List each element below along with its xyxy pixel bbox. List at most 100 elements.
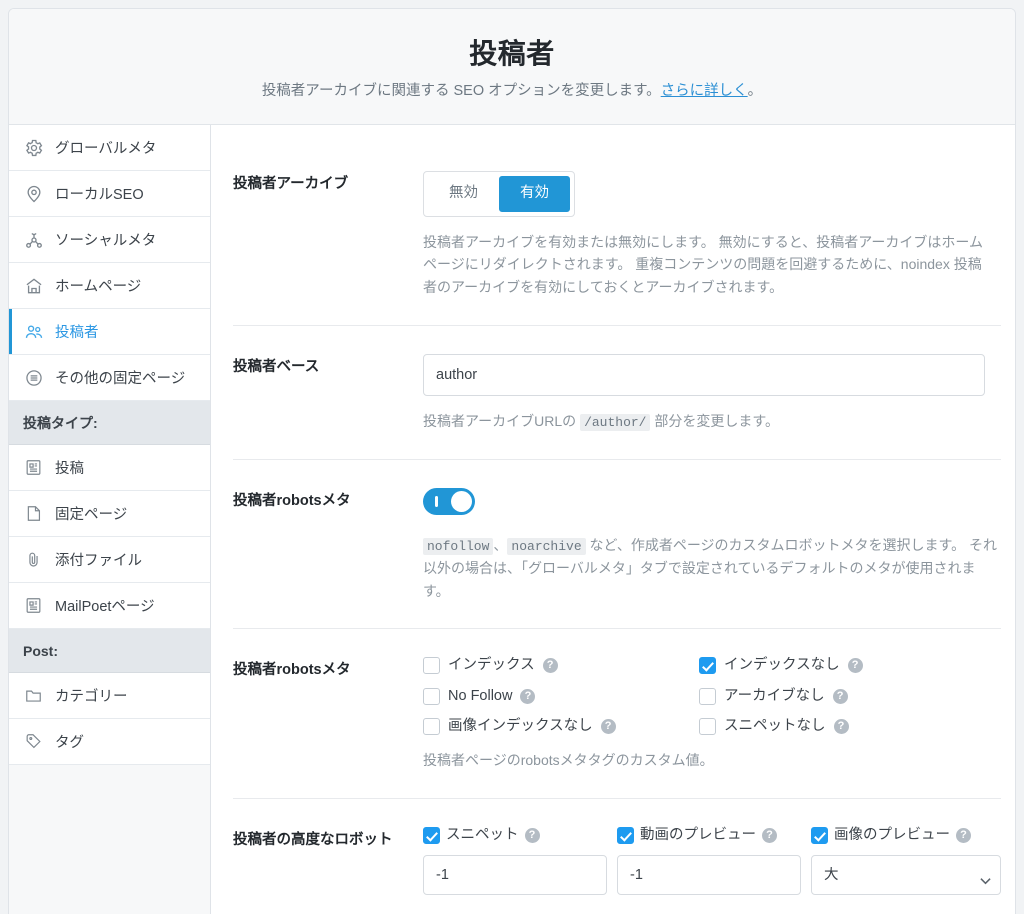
- map-pin-icon: [23, 183, 44, 204]
- page-header: 投稿者 投稿者アーカイブに関連する SEO オプションを変更します。さらに詳しく…: [9, 9, 1015, 126]
- sidebar-item-post[interactable]: 投稿: [9, 445, 210, 492]
- help-icon[interactable]: ?: [520, 688, 536, 704]
- advanced-robots-snippet: スニペット ?: [423, 827, 607, 896]
- author-robots-meta-toggle[interactable]: [423, 487, 475, 515]
- sidebar-item-other-pages[interactable]: その他の固定ページ: [9, 355, 210, 402]
- help-code-nofollow: nofollow: [423, 537, 494, 555]
- max-snippet-input[interactable]: [423, 855, 607, 896]
- sidebar-item-tag[interactable]: タグ: [9, 719, 210, 766]
- sidebar-group-post-types: 投稿タイプ:: [9, 401, 210, 446]
- help-icon[interactable]: ?: [832, 688, 848, 704]
- checkbox-row-noimageindex: 画像インデックスなし ?: [423, 717, 699, 736]
- checkbox-label: 動画のプレビュー: [640, 827, 756, 844]
- checkbox-row-index: インデックス ?: [423, 657, 699, 675]
- checkbox-max-video-preview[interactable]: [617, 827, 634, 845]
- author-archive-on-button[interactable]: 有効: [499, 176, 570, 212]
- row-label: 投稿者robotsメタ: [233, 492, 351, 509]
- home-icon: [23, 275, 44, 296]
- page-subtitle: 投稿者アーカイブに関連する SEO オプションを変更します。さらに詳しく。: [29, 81, 995, 103]
- row-label: 投稿者robotsメタ: [233, 662, 351, 679]
- sidebar-item-label: 固定ページ: [55, 507, 128, 524]
- checkbox-label: No Follow: [448, 687, 513, 704]
- row-author-base: 投稿者ベース 投稿者アーカイブURLの /author/ 部分を変更します。: [233, 324, 1001, 459]
- author-base-input[interactable]: [423, 353, 985, 396]
- sidebar-item-attachment[interactable]: 添付ファイル: [9, 537, 210, 584]
- sidebar: グローバルメタ ローカルSEO ソーシャルメタ ホームページ 投稿者 その他の固…: [9, 125, 211, 914]
- checkbox-index[interactable]: [423, 657, 440, 675]
- app-page: 投稿者 投稿者アーカイブに関連する SEO オプションを変更します。さらに詳しく…: [0, 0, 1024, 914]
- checkbox-nosnippet[interactable]: [699, 718, 716, 736]
- help-icon[interactable]: ?: [847, 658, 863, 674]
- checkbox-row-noarchive: アーカイブなし ?: [699, 688, 975, 705]
- checkbox-label: 画像のプレビュー: [834, 827, 950, 844]
- author-base-help-after: 部分を変更します。: [650, 412, 779, 429]
- sidebar-item-category[interactable]: カテゴリー: [9, 673, 210, 720]
- checkbox-nofollow[interactable]: [423, 687, 440, 705]
- sidebar-item-label: MailPoetページ: [55, 599, 155, 616]
- help-separator: 、: [493, 536, 508, 553]
- sidebar-item-local-seo[interactable]: ローカルSEO: [9, 171, 210, 218]
- users-icon: [23, 321, 44, 342]
- max-video-preview-input[interactable]: [617, 855, 801, 896]
- checkbox-max-snippet[interactable]: [423, 827, 440, 845]
- help-icon[interactable]: ?: [762, 828, 777, 844]
- settings-main: 投稿者アーカイブ 無効 有効 投稿者アーカイブを有効または無効にします。 無効に…: [211, 125, 1015, 914]
- sidebar-item-label: タグ: [55, 735, 84, 752]
- help-icon[interactable]: ?: [600, 719, 616, 735]
- settings-card: 投稿者 投稿者アーカイブに関連する SEO オプションを変更します。さらに詳しく…: [8, 8, 1016, 914]
- advanced-robots-image-preview: 画像のプレビュー ? なし標準大: [811, 827, 1001, 896]
- author-archive-off-button[interactable]: 無効: [428, 176, 499, 212]
- checkbox-label: インデックスなし: [724, 657, 840, 674]
- help-icon[interactable]: ?: [542, 658, 558, 674]
- checkbox-label: インデックス: [448, 657, 535, 674]
- sidebar-item-label: ホームページ: [55, 279, 142, 296]
- checkbox-label: スニペット: [446, 827, 519, 844]
- advanced-robots-snippet-head: スニペット ?: [423, 827, 607, 845]
- author-base-help-before: 投稿者アーカイブURLの: [423, 412, 581, 429]
- row-author-archive: 投稿者アーカイブ 無効 有効 投稿者アーカイブを有効または無効にします。 無効に…: [233, 125, 1001, 324]
- sidebar-item-page[interactable]: 固定ページ: [9, 491, 210, 538]
- advanced-robots-video-preview: 動画のプレビュー ?: [617, 827, 801, 896]
- row-field: 無効 有効 投稿者アーカイブを有効または無効にします。 無効にすると、投稿者アー…: [423, 171, 1001, 298]
- help-code-noarchive: noarchive: [507, 537, 586, 555]
- author-base-help-code: /author/: [580, 413, 651, 431]
- checkbox-noindex[interactable]: [699, 657, 716, 675]
- sidebar-item-label: ローカルSEO: [55, 187, 144, 204]
- sidebar-item-label: グローバルメタ: [55, 141, 157, 158]
- advanced-robots-video-head: 動画のプレビュー ?: [617, 827, 801, 845]
- share-nodes-icon: [23, 229, 44, 250]
- checkbox-row-noindex: インデックスなし ?: [699, 657, 975, 675]
- author-robots-toggle-help: nofollow、 noarchive など、作成者ページのカスタムロボットメタを…: [423, 534, 1001, 602]
- author-archive-segmented-control: 無効 有効: [423, 171, 575, 217]
- robots-checkbox-grid: インデックス ? インデックスなし ? No Follow ? アーカイブなし …: [423, 657, 1001, 736]
- help-icon[interactable]: ?: [956, 828, 971, 844]
- paperclip-icon: [23, 549, 44, 570]
- checkbox-label: 画像インデックスなし: [448, 717, 593, 734]
- tag-icon: [23, 731, 44, 752]
- row-field: nofollow、 noarchive など、作成者ページのカスタムロボットメタを…: [423, 487, 1001, 602]
- checkbox-row-nosnippet: スニペットなし ?: [699, 718, 975, 736]
- sidebar-item-mailpoet-page[interactable]: MailPoetページ: [9, 583, 210, 630]
- max-image-preview-select[interactable]: なし標準大: [811, 855, 1001, 896]
- folder-icon: [23, 685, 44, 706]
- sidebar-item-homepage[interactable]: ホームページ: [9, 263, 210, 310]
- checkbox-max-image-preview[interactable]: [811, 827, 828, 845]
- list-circle-icon: [23, 367, 44, 388]
- sidebar-item-social-meta[interactable]: ソーシャルメタ: [9, 217, 210, 264]
- max-image-preview-select-wrap: なし標準大: [811, 855, 1001, 896]
- row-label: 投稿者アーカイブ: [233, 176, 349, 193]
- article-icon: [23, 595, 44, 616]
- help-icon[interactable]: ?: [833, 719, 849, 735]
- learn-more-link[interactable]: さらに詳しく: [661, 83, 748, 99]
- checkbox-noimageindex[interactable]: [423, 718, 440, 736]
- sidebar-item-author[interactable]: 投稿者: [9, 309, 210, 356]
- sidebar-item-global-meta[interactable]: グローバルメタ: [9, 125, 210, 172]
- advanced-robots-columns: スニペット ? 動画のプレビュー ?: [423, 827, 1001, 896]
- sidebar-item-label: 投稿: [55, 461, 84, 478]
- row-author-robots-checkboxes: 投稿者robotsメタ インデックス ? インデックスなし ? No Follo…: [233, 628, 1001, 798]
- toggle-knob: [451, 490, 472, 512]
- page-icon: [23, 503, 44, 524]
- advanced-robots-image-head: 画像のプレビュー ?: [811, 827, 1001, 845]
- help-icon[interactable]: ?: [524, 828, 540, 844]
- checkbox-noarchive[interactable]: [699, 687, 716, 705]
